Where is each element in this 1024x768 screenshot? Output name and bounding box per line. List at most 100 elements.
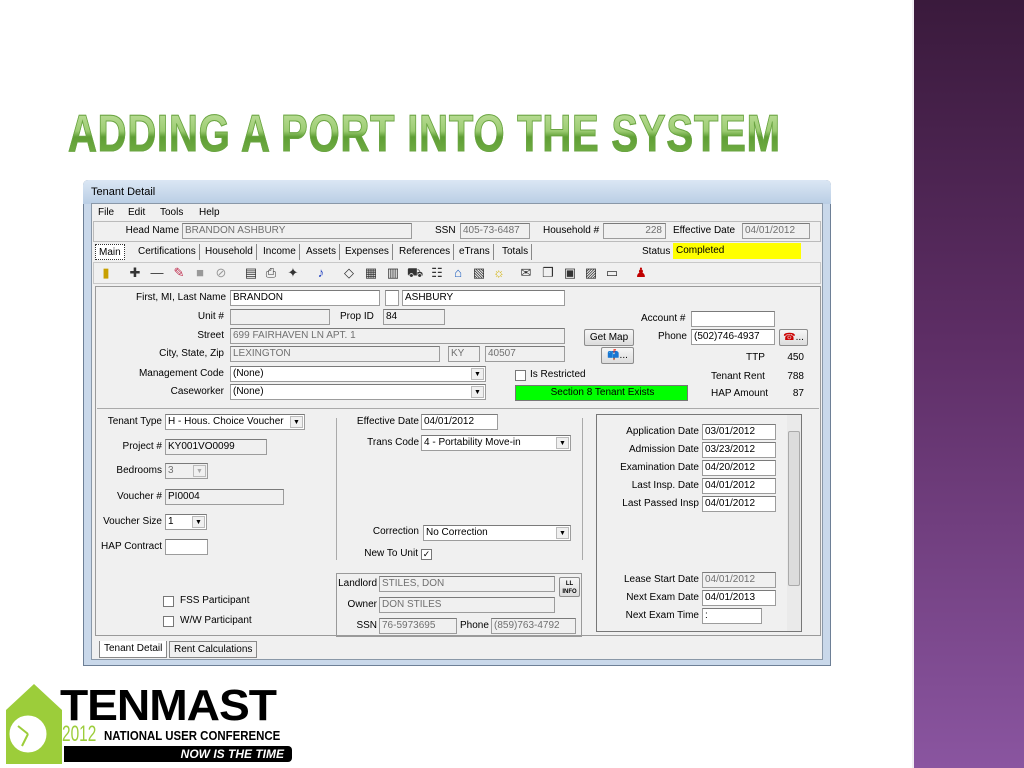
ttp-value: 450 bbox=[787, 352, 804, 363]
tab-expenses[interactable]: Expenses bbox=[342, 244, 393, 260]
envelope-icon[interactable]: ✉ bbox=[517, 264, 535, 282]
chart-icon[interactable]: ▧ bbox=[470, 264, 488, 282]
voucher-size-select[interactable]: 1 ▼ bbox=[165, 514, 207, 530]
trans-code-select[interactable]: 4 - Portability Move-in ▼ bbox=[421, 435, 571, 451]
tab-tenant-detail[interactable]: Tenant Detail bbox=[99, 641, 168, 658]
project-field[interactable]: KY001VO0099 bbox=[165, 439, 267, 455]
head-name-field[interactable]: BRANDON ASHBURY bbox=[182, 223, 412, 239]
divider bbox=[97, 408, 819, 409]
section8-status: Section 8 Tenant Exists bbox=[515, 385, 688, 401]
new-to-unit-checkbox[interactable]: ✓ bbox=[421, 549, 432, 560]
last-name-field[interactable]: ASHBURY bbox=[402, 290, 565, 306]
music-note-icon[interactable]: ♪ bbox=[312, 264, 330, 282]
fss-participant-checkbox[interactable] bbox=[163, 596, 174, 607]
more-label: ... bbox=[619, 350, 628, 361]
lower-effective-date-label: Effective Date bbox=[356, 416, 419, 427]
caseworker-label: Caseworker bbox=[170, 386, 224, 397]
date-field[interactable]: 04/20/2012 bbox=[702, 460, 776, 476]
menu-help[interactable]: Help bbox=[199, 206, 220, 220]
document-icon[interactable]: ▥ bbox=[384, 264, 402, 282]
landlord-phone-field[interactable]: (859)763-4792 bbox=[491, 618, 576, 634]
tab-income[interactable]: Income bbox=[260, 244, 300, 260]
family-icon[interactable]: ☷ bbox=[428, 264, 446, 282]
owner-field[interactable]: DON STILES bbox=[379, 597, 555, 613]
get-map-button[interactable]: Get Map bbox=[584, 329, 634, 346]
add-icon[interactable]: ✚ bbox=[126, 264, 144, 282]
bedrooms-select[interactable]: 3 ▼ bbox=[165, 463, 208, 479]
edit-icon[interactable]: ✎ bbox=[170, 264, 188, 282]
tab-references[interactable]: References bbox=[396, 244, 455, 260]
correction-select[interactable]: No Correction ▼ bbox=[423, 525, 571, 541]
middle-initial-field[interactable] bbox=[385, 290, 399, 306]
tab-main[interactable]: Main bbox=[95, 244, 125, 260]
image-icon[interactable]: ▣ bbox=[561, 264, 579, 282]
first-name-field[interactable]: BRANDON bbox=[230, 290, 380, 306]
account-field[interactable] bbox=[691, 311, 775, 327]
effective-date-field[interactable]: 04/01/2012 bbox=[742, 223, 810, 239]
truck-icon[interactable]: ⛟ bbox=[406, 264, 424, 282]
state-field[interactable]: KY bbox=[448, 346, 480, 362]
phone-dial-button[interactable]: ☎... bbox=[779, 329, 808, 346]
exit-icon[interactable]: ▮ bbox=[97, 264, 115, 282]
zip-field[interactable]: 40507 bbox=[485, 346, 565, 362]
form-icon[interactable]: ▨ bbox=[582, 264, 600, 282]
tab-rent-calculations[interactable]: Rent Calculations bbox=[169, 641, 258, 658]
mailbox-button[interactable]: 📫... bbox=[601, 347, 634, 364]
phone-field[interactable]: (502)746-4937 bbox=[691, 329, 775, 345]
tag-icon[interactable]: ◇ bbox=[340, 264, 358, 282]
tab-household[interactable]: Household bbox=[202, 244, 257, 260]
management-code-select[interactable]: (None) ▼ bbox=[230, 366, 486, 382]
street-field[interactable]: 699 FAIRHAVEN LN APT. 1 bbox=[230, 328, 565, 344]
city-state-zip-label: City, State, Zip bbox=[159, 348, 224, 359]
date-field[interactable]: 03/23/2012 bbox=[702, 442, 776, 458]
date-field[interactable]: 04/01/2012 bbox=[702, 496, 776, 512]
remove-icon[interactable]: — bbox=[148, 264, 166, 282]
scrollbar-thumb[interactable] bbox=[788, 431, 800, 586]
head-name-label: Head Name bbox=[125, 225, 179, 236]
city-field[interactable]: LEXINGTON bbox=[230, 346, 440, 362]
house-icon[interactable]: ⌂ bbox=[449, 264, 467, 282]
menu-edit[interactable]: Edit bbox=[128, 206, 145, 220]
copy-icon[interactable]: ❐ bbox=[539, 264, 557, 282]
date-field[interactable]: 03/01/2012 bbox=[702, 424, 776, 440]
prop-id-field[interactable]: 84 bbox=[383, 309, 445, 325]
cancel-icon[interactable]: ⊘ bbox=[212, 264, 230, 282]
caseworker-value: (None) bbox=[233, 386, 264, 397]
menu-file[interactable]: File bbox=[98, 206, 114, 220]
next-exam-date-field[interactable]: 04/01/2013 bbox=[702, 590, 776, 606]
person-check-icon[interactable]: ♟ bbox=[632, 264, 650, 282]
ssn-field[interactable]: 405-73-6487 bbox=[460, 223, 530, 239]
unit-field[interactable] bbox=[230, 309, 330, 325]
voucher-field[interactable]: PI0004 bbox=[165, 489, 284, 505]
fss-participant-label: FSS Participant bbox=[180, 595, 250, 606]
save-icon[interactable]: ■ bbox=[191, 264, 209, 282]
landlord-field[interactable]: STILES, DON bbox=[379, 576, 555, 592]
report-icon[interactable]: ▤ bbox=[242, 264, 260, 282]
ww-participant-checkbox[interactable] bbox=[163, 616, 174, 627]
tenant-type-select[interactable]: H - Hous. Choice Voucher ▼ bbox=[165, 414, 305, 430]
household-field[interactable]: 228 bbox=[603, 223, 666, 239]
caseworker-select[interactable]: (None) ▼ bbox=[230, 384, 486, 400]
landlord-ssn-field[interactable]: 76-5973695 bbox=[379, 618, 457, 634]
logo-conference: NATIONAL USER CONFERENCE bbox=[104, 728, 281, 743]
menu-tools[interactable]: Tools bbox=[160, 206, 183, 220]
tab-etrans[interactable]: eTrans bbox=[456, 244, 494, 260]
trans-code-label: Trans Code bbox=[367, 437, 419, 448]
chevron-down-icon: ▼ bbox=[556, 437, 569, 449]
tab-certifications[interactable]: Certifications bbox=[135, 244, 200, 260]
book-icon[interactable]: ▭ bbox=[603, 264, 621, 282]
dates-scrollbar[interactable] bbox=[787, 415, 801, 631]
calculator-icon[interactable]: ▦ bbox=[362, 264, 380, 282]
hap-contract-field[interactable] bbox=[165, 539, 208, 555]
is-restricted-checkbox[interactable] bbox=[515, 370, 526, 381]
next-exam-time-field[interactable]: : bbox=[702, 608, 762, 624]
flashlight-icon[interactable]: ✦ bbox=[284, 264, 302, 282]
landlord-info-button[interactable]: LL INFO bbox=[559, 577, 580, 597]
print-icon[interactable]: ⎙ bbox=[262, 264, 280, 282]
date-field[interactable]: 04/01/2012 bbox=[702, 478, 776, 494]
tab-assets[interactable]: Assets bbox=[303, 244, 341, 260]
tab-totals[interactable]: Totals bbox=[499, 244, 533, 260]
lower-effective-date-field[interactable]: 04/01/2012 bbox=[421, 414, 498, 430]
lightbulb-icon[interactable]: ☼ bbox=[490, 264, 508, 282]
lease-start-field[interactable]: 04/01/2012 bbox=[702, 572, 776, 588]
